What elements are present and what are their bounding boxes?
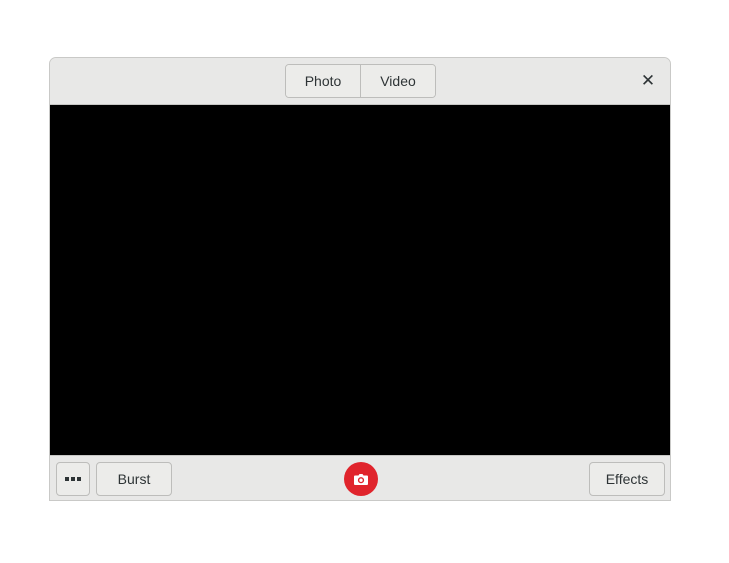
header-bar: Photo Video ✕ [50,58,670,105]
tab-video[interactable]: Video [361,65,435,97]
take-photo-button[interactable] [344,462,378,496]
close-button[interactable]: ✕ [636,69,660,93]
effects-button[interactable]: Effects [589,462,665,496]
camera-window: Photo Video ✕ Burst Effects [49,57,671,501]
burst-button[interactable]: Burst [96,462,172,496]
camera-viewfinder [50,105,670,455]
camera-icon [354,473,368,485]
tab-photo[interactable]: Photo [286,65,361,97]
mode-switcher: Photo Video [285,64,436,98]
action-bar: Burst Effects [50,455,670,500]
more-options-icon [65,477,81,481]
more-options-button[interactable] [56,462,90,496]
close-icon: ✕ [640,71,656,90]
